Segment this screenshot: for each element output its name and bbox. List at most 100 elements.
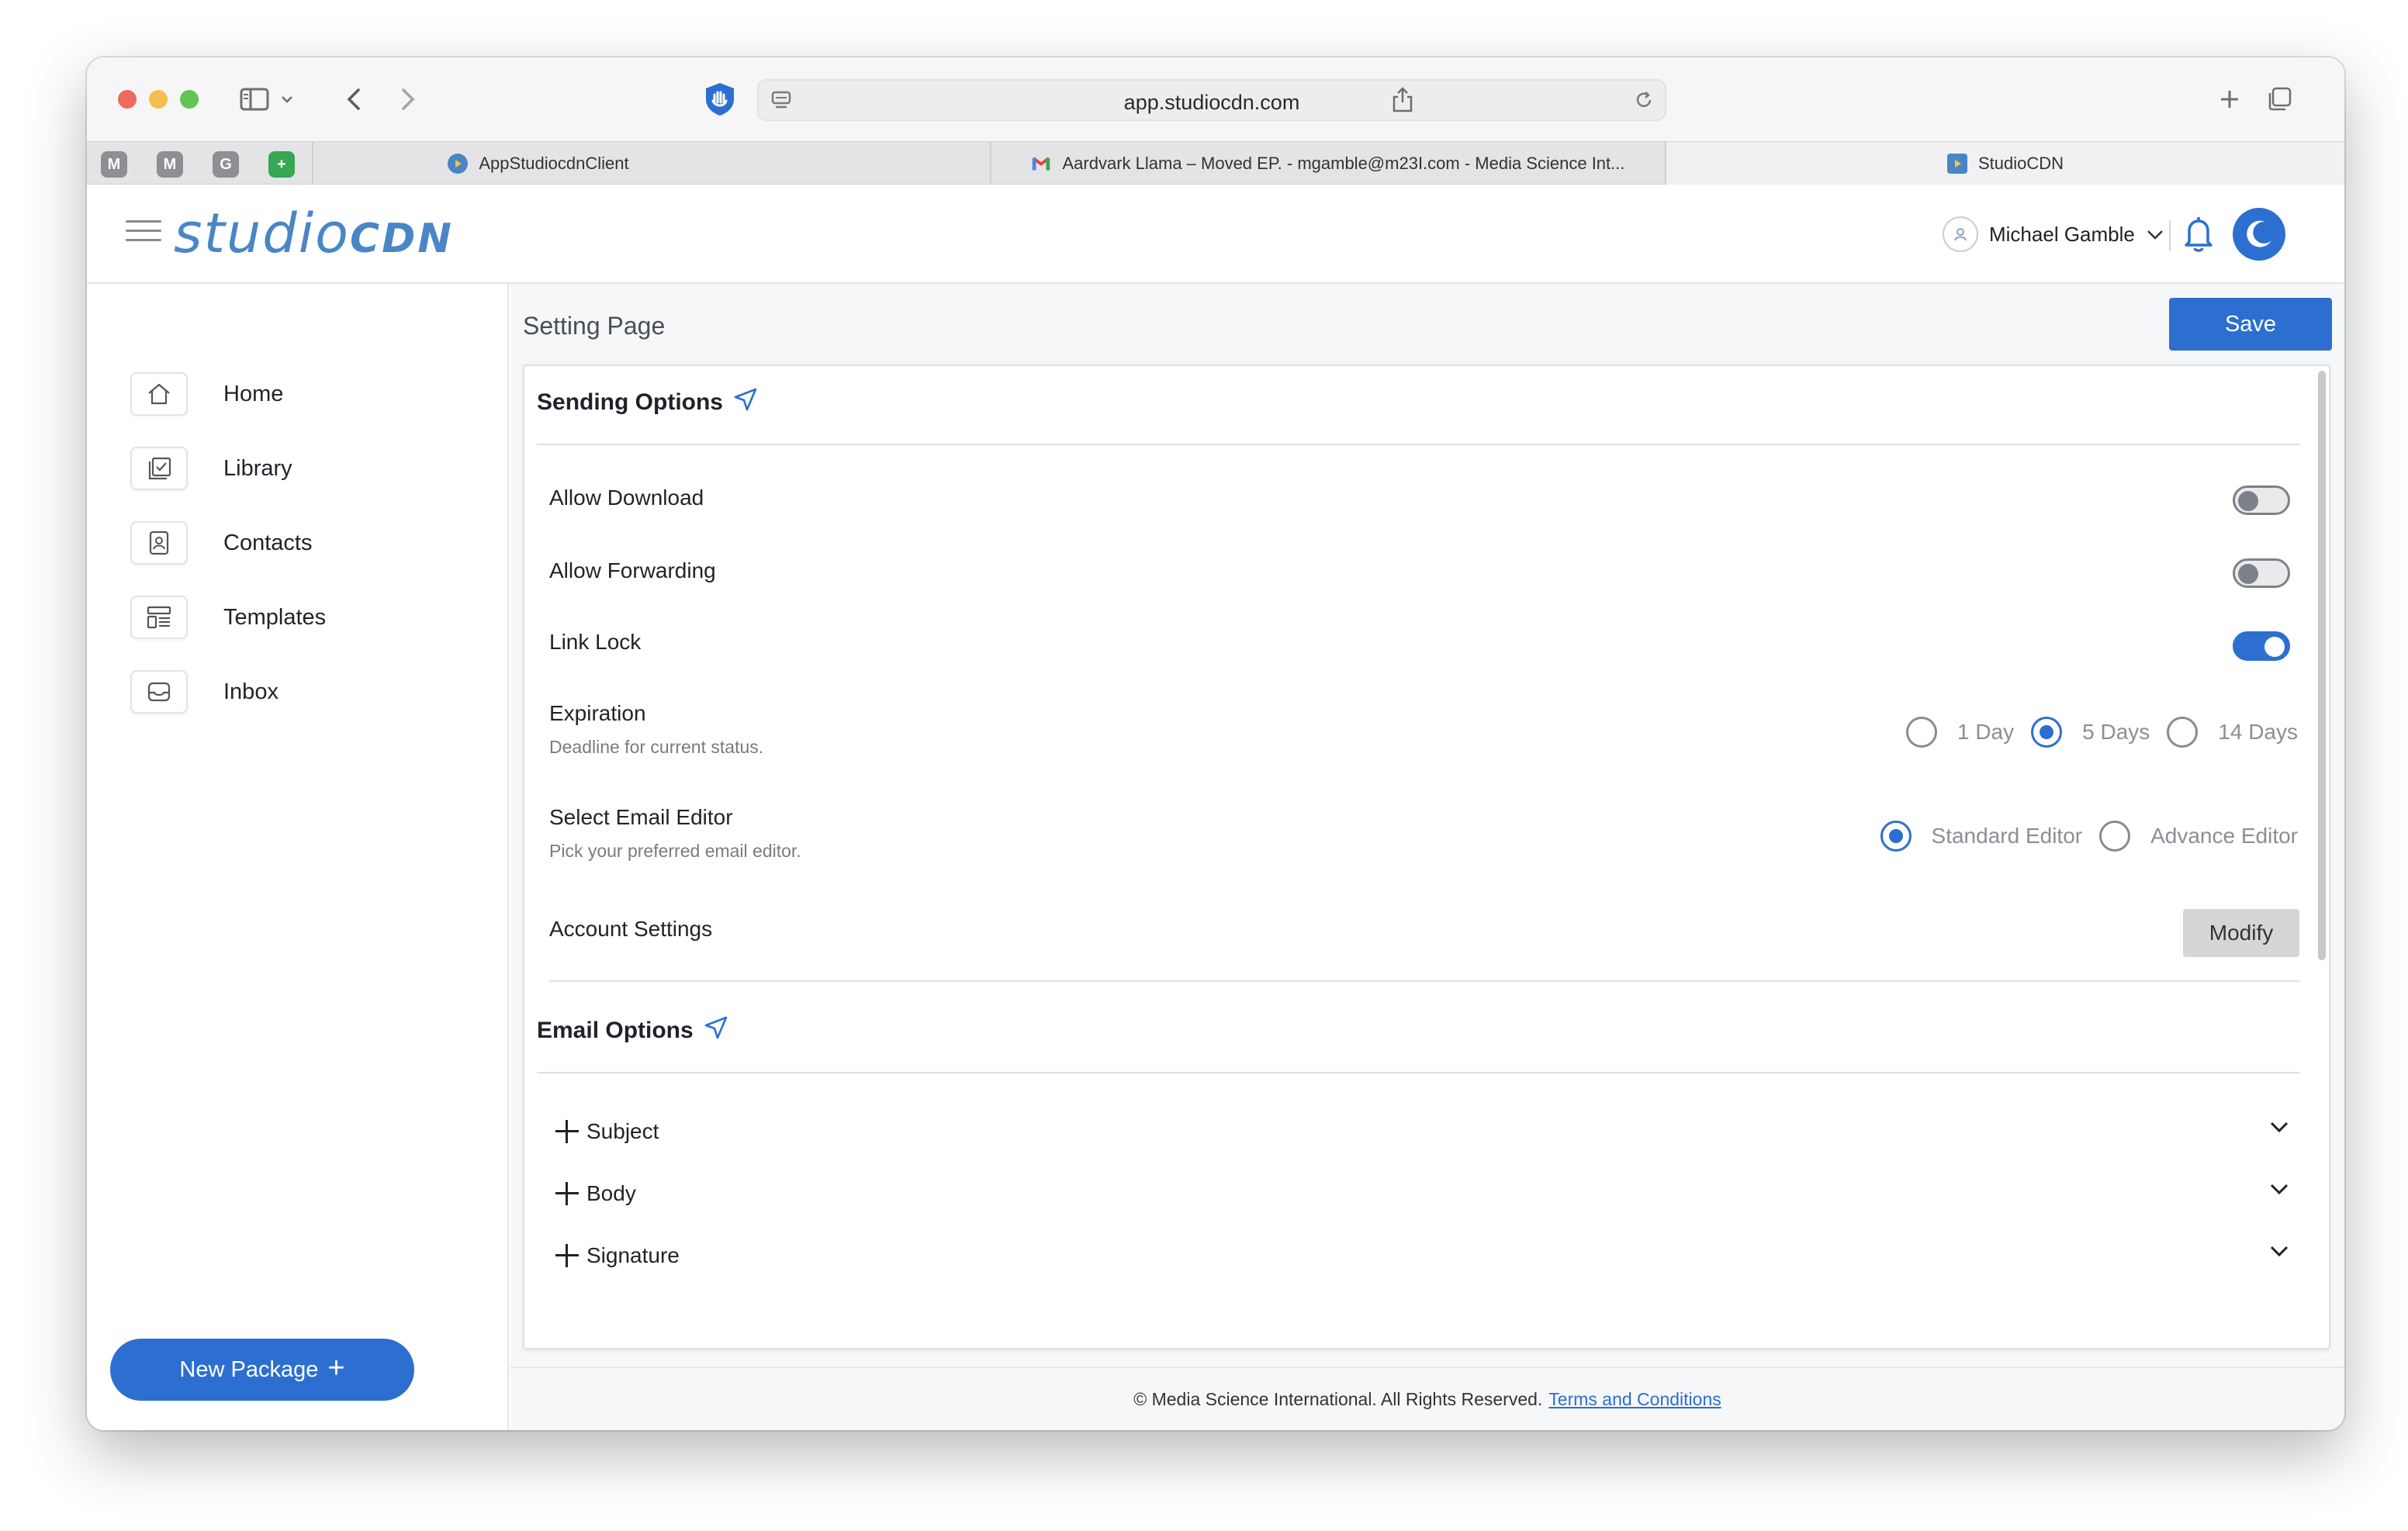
tab-overview-icon[interactable] bbox=[2264, 84, 2295, 115]
sidebar: Home Library Contacts Templates Inbox Ne… bbox=[87, 284, 509, 1430]
tab-gmail[interactable]: Aardvark Llama – Moved EP. - mgamble@m23… bbox=[991, 142, 1665, 185]
sidebar-item-label: Library bbox=[223, 455, 292, 481]
chevron-down-icon[interactable] bbox=[2268, 1182, 2290, 1200]
footer: © Media Science International. All Right… bbox=[510, 1367, 2344, 1430]
editor-option-standard[interactable]: Standard Editor bbox=[1880, 821, 2082, 852]
radio-button[interactable] bbox=[2167, 717, 2199, 748]
gmail-favicon-icon bbox=[1031, 154, 1051, 174]
allow-forwarding-label: Allow Forwarding bbox=[549, 558, 716, 582]
sidebar-item-label: Templates bbox=[223, 604, 327, 630]
chevron-down-icon[interactable] bbox=[2268, 1120, 2290, 1138]
editor-option-advance[interactable]: Advance Editor bbox=[2099, 821, 2298, 852]
templates-icon bbox=[130, 596, 188, 639]
link-lock-toggle[interactable] bbox=[2233, 631, 2290, 661]
account-settings-label: Account Settings bbox=[549, 917, 713, 941]
dark-mode-toggle-icon[interactable] bbox=[2233, 208, 2285, 261]
email-editor-radio-group: Standard Editor Advance Editor bbox=[1880, 821, 2298, 852]
plus-icon bbox=[555, 1244, 579, 1267]
close-window-button[interactable] bbox=[118, 90, 137, 109]
browser-toolbar: app.studiocdn.com bbox=[87, 57, 2344, 141]
contacts-icon bbox=[130, 521, 188, 565]
expiration-option-5-days[interactable]: 5 Days bbox=[2031, 717, 2150, 748]
plus-icon bbox=[555, 1120, 579, 1143]
radio-button[interactable] bbox=[2099, 821, 2131, 852]
tab-appstudiocdnclient[interactable]: AppStudiocdnClient bbox=[313, 142, 763, 185]
studiocdn-favicon-icon bbox=[1946, 154, 1967, 174]
sidebar-item-home[interactable]: Home bbox=[130, 372, 283, 416]
copyright-text: © Media Science International. All Right… bbox=[1133, 1388, 1543, 1409]
accordion-subject[interactable]: Subject bbox=[555, 1112, 2290, 1151]
sidebar-item-templates[interactable]: Templates bbox=[130, 596, 326, 639]
minimize-window-button[interactable] bbox=[149, 90, 168, 109]
chevron-down-icon[interactable] bbox=[2268, 1244, 2290, 1262]
user-name: Michael Gamble bbox=[1989, 222, 2135, 246]
forward-icon[interactable] bbox=[393, 84, 424, 115]
radio-button[interactable] bbox=[1880, 821, 1912, 852]
sidebar-item-label: Inbox bbox=[223, 679, 279, 704]
accordion-body[interactable]: Body bbox=[555, 1174, 2290, 1213]
studiocdn-logo: studioCDN bbox=[174, 202, 454, 265]
chevron-down-icon[interactable] bbox=[278, 84, 296, 115]
notification-bell-icon[interactable] bbox=[2178, 213, 2219, 256]
sidebar-toggle-icon[interactable] bbox=[239, 84, 270, 115]
allow-download-toggle[interactable] bbox=[2233, 486, 2290, 515]
expiration-option-14-days[interactable]: 14 Days bbox=[2167, 717, 2298, 748]
browser-window: app.studiocdn.com M M G + AppStudiocdnCl… bbox=[87, 57, 2344, 1430]
sidebar-item-contacts[interactable]: Contacts bbox=[130, 521, 312, 565]
radio-button[interactable] bbox=[1905, 717, 1937, 748]
section-divider bbox=[549, 980, 2299, 982]
sidebar-item-label: Contacts bbox=[223, 530, 313, 555]
user-avatar-icon bbox=[1943, 216, 1978, 252]
app-header: studioCDN Michael Gamble bbox=[87, 185, 2344, 284]
email-editor-label: Select Email Editor bbox=[549, 805, 733, 829]
header-divider bbox=[2169, 220, 2171, 251]
new-tab-icon[interactable] bbox=[2214, 84, 2245, 115]
sidebar-item-inbox[interactable]: Inbox bbox=[130, 670, 279, 714]
main-content: Setting Page Save Sending Options Allow … bbox=[510, 284, 2344, 1430]
allow-download-label: Allow Download bbox=[549, 486, 704, 510]
terms-link[interactable]: Terms and Conditions bbox=[1548, 1389, 1721, 1410]
section-divider bbox=[537, 444, 2299, 445]
plus-icon bbox=[555, 1182, 579, 1205]
send-icon bbox=[732, 386, 759, 419]
user-menu[interactable]: Michael Gamble bbox=[1943, 214, 2164, 254]
scrollbar[interactable] bbox=[2318, 371, 2326, 960]
tab-studiocdn[interactable]: StudioCDN bbox=[1666, 142, 2344, 185]
new-package-button[interactable]: New Package + bbox=[110, 1339, 414, 1401]
allow-forwarding-toggle[interactable] bbox=[2233, 558, 2290, 588]
plus-icon: + bbox=[327, 1352, 345, 1384]
sidebar-item-library[interactable]: Library bbox=[130, 447, 292, 490]
pinned-tab-gmail-1[interactable]: M bbox=[101, 151, 127, 178]
page-title: Setting Page bbox=[523, 312, 666, 340]
save-button[interactable]: Save bbox=[2169, 298, 2332, 351]
share-icon[interactable] bbox=[1387, 84, 1418, 115]
expiration-description: Deadline for current status. bbox=[549, 737, 764, 757]
url-text: app.studiocdn.com bbox=[1123, 91, 1300, 114]
pinned-tab-sheets[interactable]: + bbox=[268, 151, 295, 178]
pinned-tab-gmail-2[interactable]: M bbox=[157, 151, 183, 178]
radio-button[interactable] bbox=[2031, 717, 2063, 748]
sending-options-title: Sending Options bbox=[537, 386, 759, 419]
pinned-tab-google[interactable]: G bbox=[213, 151, 239, 178]
send-icon bbox=[703, 1014, 729, 1047]
back-icon[interactable] bbox=[338, 84, 369, 115]
reload-icon[interactable] bbox=[1632, 88, 1656, 116]
inbox-icon bbox=[130, 670, 188, 714]
section-divider bbox=[537, 1072, 2299, 1073]
privacy-shield-icon[interactable] bbox=[701, 81, 739, 118]
menu-icon[interactable] bbox=[126, 220, 161, 247]
expiration-option-1-day[interactable]: 1 Day bbox=[1905, 717, 2014, 748]
sidebar-item-label: Home bbox=[223, 381, 284, 406]
address-bar[interactable]: app.studiocdn.com bbox=[757, 79, 1666, 121]
chevron-down-icon bbox=[2146, 223, 2164, 247]
fullscreen-window-button[interactable] bbox=[180, 90, 199, 109]
home-icon bbox=[130, 372, 188, 416]
studiocdn-favicon-icon bbox=[448, 154, 469, 174]
modify-account-button[interactable]: Modify bbox=[2183, 909, 2299, 957]
expiration-radio-group: 1 Day 5 Days 14 Days bbox=[1905, 717, 2298, 748]
expiration-label: Expiration bbox=[549, 701, 646, 725]
library-icon bbox=[130, 447, 188, 490]
email-options-title: Email Options bbox=[537, 1014, 729, 1047]
email-editor-description: Pick your preferred email editor. bbox=[549, 841, 801, 861]
accordion-signature[interactable]: Signature bbox=[555, 1236, 2290, 1275]
